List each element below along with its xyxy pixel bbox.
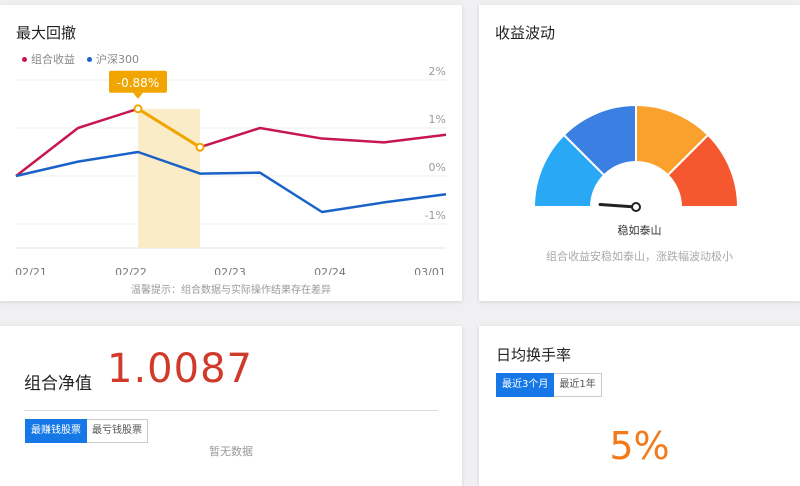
- turnover-value: 5%: [609, 424, 670, 468]
- x-tick-label: 02/23: [214, 266, 246, 275]
- x-tick-label: 02/24: [314, 266, 346, 275]
- gauge-needle: [598, 202, 638, 209]
- series-line-0[interactable]: [15, 107, 447, 177]
- volatility-card: 收益波动 稳如泰山 组合收益安稳如泰山，涨跌幅波动极小: [479, 5, 800, 301]
- y-tick-label: -1%: [425, 209, 446, 222]
- x-tick-label: 02/21: [15, 266, 47, 275]
- max-drawdown-card: 最大回撤 组合收益 沪深300 2% 1% 0% -1% -0.88% 02/21 02/2…: [0, 5, 462, 301]
- empty-state: 暂无数据: [209, 445, 253, 458]
- tab-top-losers[interactable]: 最亏钱股票: [87, 419, 148, 443]
- drawdown-line-chart[interactable]: 2% 1% 0% -1% -0.88% 02/21 02/22 02/23 02/24 03/01: [0, 5, 462, 275]
- y-tick-label: 2%: [429, 65, 446, 78]
- y-tick-label: 0%: [429, 161, 446, 174]
- tab-top-gainers[interactable]: 最赚钱股票: [25, 419, 87, 443]
- tab-last-1-year[interactable]: 最近1年: [554, 373, 602, 397]
- nav-label: 组合净值: [24, 374, 92, 394]
- period-tab-group: 最近3个月 最近1年: [496, 373, 602, 397]
- card-title: 日均换手率: [496, 346, 572, 364]
- gauge-pivot: [631, 202, 641, 212]
- turnover-card: 日均换手率 最近3个月 最近1年 5%: [479, 326, 800, 486]
- nav-value: 1.0087: [107, 346, 253, 392]
- y-tick-label: 1%: [429, 113, 446, 126]
- nav-card: 组合净值 1.0087 最赚钱股票 最亏钱股票 暂无数据: [0, 326, 462, 486]
- drawdown-point[interactable]: [133, 104, 143, 114]
- gauge-description: 组合收益安稳如泰山，涨跌幅波动极小: [546, 250, 733, 263]
- tooltip-text: -0.88%: [117, 76, 159, 90]
- x-tick-label: 03/01: [414, 266, 446, 275]
- divider: [24, 410, 438, 411]
- volatility-gauge: [532, 103, 740, 212]
- stock-tab-group: 最赚钱股票 最亏钱股票: [25, 419, 148, 443]
- x-tick-label: 02/22: [115, 266, 147, 275]
- gauge-label: 稳如泰山: [617, 224, 662, 237]
- series-line-1[interactable]: [15, 150, 447, 214]
- disclaimer-hint: 温馨提示：组合数据与实际操作结果存在差异: [131, 285, 331, 296]
- tooltip-arrow: [133, 92, 143, 99]
- drawdown-point[interactable]: [195, 142, 205, 152]
- tab-last-3-months[interactable]: 最近3个月: [496, 373, 555, 397]
